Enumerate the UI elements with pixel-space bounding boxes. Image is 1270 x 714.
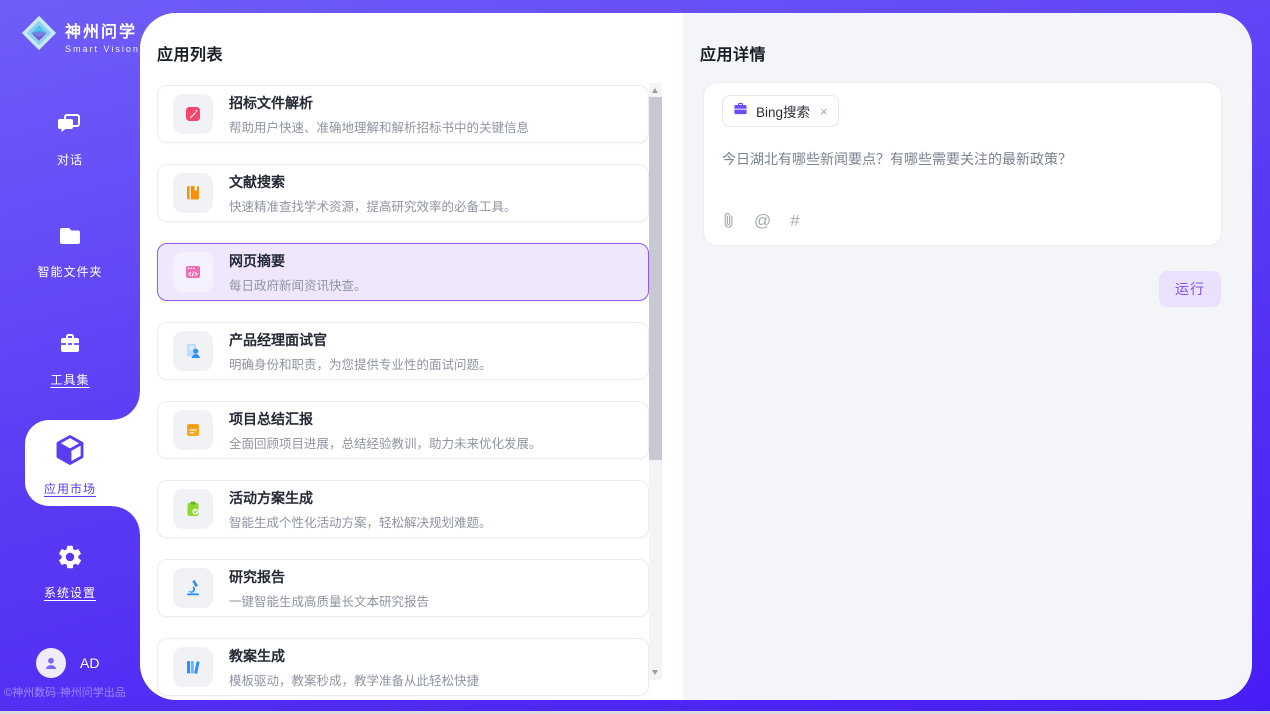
interviewer-icon [173,331,213,371]
app-name: 招标文件解析 [229,93,529,113]
app-name: 研究报告 [229,567,429,587]
sidebar-item-app-market[interactable]: 应用市场 [0,433,140,497]
app-card-project-summary[interactable]: 项目总结汇报 全面回顾项目进展，总结经验教训，助力未来优化发展。 [157,401,649,459]
chat-icon [56,110,84,143]
user-account[interactable]: AD [36,648,99,678]
app-list-scrollbar[interactable] [649,83,662,680]
app-card-pm-interviewer[interactable]: 产品经理面试官 明确身份和职责，为您提供专业性的面试问题。 [157,322,649,380]
note-icon [173,410,213,450]
app-desc: 智能生成个性化活动方案，轻松解决规划难题。 [229,512,492,531]
sidebar-item-settings[interactable]: 系统设置 [0,543,140,601]
close-icon[interactable]: × [820,104,828,119]
app-desc: 每日政府新闻资讯快查。 [229,275,367,294]
app-detail-title: 应用详情 [700,41,766,65]
app-desc: 明确身份和职责，为您提供专业性的面试问题。 [229,354,492,373]
books-icon [173,647,213,687]
app-name: 项目总结汇报 [229,409,542,429]
tool-tag-bing-search[interactable]: Bing搜索 × [722,95,839,127]
sidebar-item-label: 对话 [57,151,83,168]
microscope-icon [173,568,213,608]
paperclip-icon[interactable] [722,212,735,229]
app-name: 网页摘要 [229,251,367,271]
tool-tag-label: Bing搜索 [756,101,810,121]
avatar [36,648,66,678]
app-desc: 模板驱动，教案秒成，教学准备从此轻松快捷 [229,670,479,689]
sidebar-item-smart-folder[interactable]: 智能文件夹 [0,222,140,280]
clipboard-check-icon [173,489,213,529]
app-name: 产品经理面试官 [229,330,492,350]
app-card-event-plan[interactable]: 活动方案生成 智能生成个性化活动方案，轻松解决规划难题。 [157,480,649,538]
brand-name: 神州问学 [65,18,140,42]
scroll-up-icon[interactable] [652,88,658,93]
app-name: 文献搜索 [229,172,517,192]
sidebar-item-chat[interactable]: 对话 [0,110,140,168]
app-name: 教案生成 [229,646,479,666]
app-name: 活动方案生成 [229,488,492,508]
input-actions: @ # [722,212,800,229]
toolbox-icon [56,330,84,363]
brand-tagline: Smart Vision [65,44,140,54]
app-card-web-summary[interactable]: 网页摘要 每日政府新闻资讯快查。 [157,243,649,301]
hashtag-icon[interactable]: # [790,212,799,229]
app-detail-panel: 应用详情 Bing搜索 × 今日湖北有哪些新闻要点？有哪些需要关注的最新政策？ [683,13,1252,700]
scroll-down-icon[interactable] [652,670,658,675]
sidebar-item-label: 工具集 [50,371,89,388]
browser-icon [173,252,213,292]
app-list-panel: 应用列表 招标文件解析 帮助用户快速、准确地理解和解析招标书中的关键信息 [140,13,683,700]
query-input-card[interactable]: Bing搜索 × 今日湖北有哪些新闻要点？有哪些需要关注的最新政策？ @ # [703,82,1222,246]
app-card-research-report[interactable]: 研究报告 一键智能生成高质量长文本研究报告 [157,559,649,617]
sidebar: 神州问学 Smart Vision 对话 智能文件夹 [0,0,140,711]
app-card-literature-search[interactable]: 文献搜索 快速精准查找学术资源，提高研究效率的必备工具。 [157,164,649,222]
main-content: 应用列表 招标文件解析 帮助用户快速、准确地理解和解析招标书中的关键信息 [140,13,1252,700]
app-list: 招标文件解析 帮助用户快速、准确地理解和解析招标书中的关键信息 文献搜索 [157,85,649,700]
document-edit-icon [173,94,213,134]
mention-icon[interactable]: @ [754,212,771,229]
scrollbar-thumb[interactable] [649,97,662,460]
briefcase-icon [733,101,748,121]
app-window: 神州问学 Smart Vision 对话 智能文件夹 [0,0,1270,714]
query-text[interactable]: 今日湖北有哪些新闻要点？有哪些需要关注的最新政策？ [722,149,1202,170]
sidebar-item-label: 系统设置 [44,584,96,601]
app-card-bid-document-parse[interactable]: 招标文件解析 帮助用户快速、准确地理解和解析招标书中的关键信息 [157,85,649,143]
book-icon [173,173,213,213]
run-button[interactable]: 运行 [1159,271,1221,307]
copyright-text: ©神州数码·神州问学出品 [4,684,140,700]
folder-icon [56,222,84,255]
app-desc: 帮助用户快速、准确地理解和解析招标书中的关键信息 [229,117,529,136]
prism-logo-icon [20,14,58,57]
sidebar-item-label: 智能文件夹 [37,263,102,280]
brand-logo: 神州问学 Smart Vision [20,14,140,57]
app-desc: 全面回顾项目进展，总结经验教训，助力未来优化发展。 [229,433,542,452]
sidebar-item-toolset[interactable]: 工具集 [0,330,140,388]
app-desc: 一键智能生成高质量长文本研究报告 [229,591,429,610]
gear-icon [56,543,84,576]
cube-icon [53,433,87,472]
app-card-lesson-plan[interactable]: 教案生成 模板驱动，教案秒成，教学准备从此轻松快捷 [157,638,649,696]
app-desc: 快速精准查找学术资源，提高研究效率的必备工具。 [229,196,517,215]
user-name: AD [80,655,99,671]
app-list-title: 应用列表 [157,41,223,65]
sidebar-item-label: 应用市场 [44,480,96,497]
